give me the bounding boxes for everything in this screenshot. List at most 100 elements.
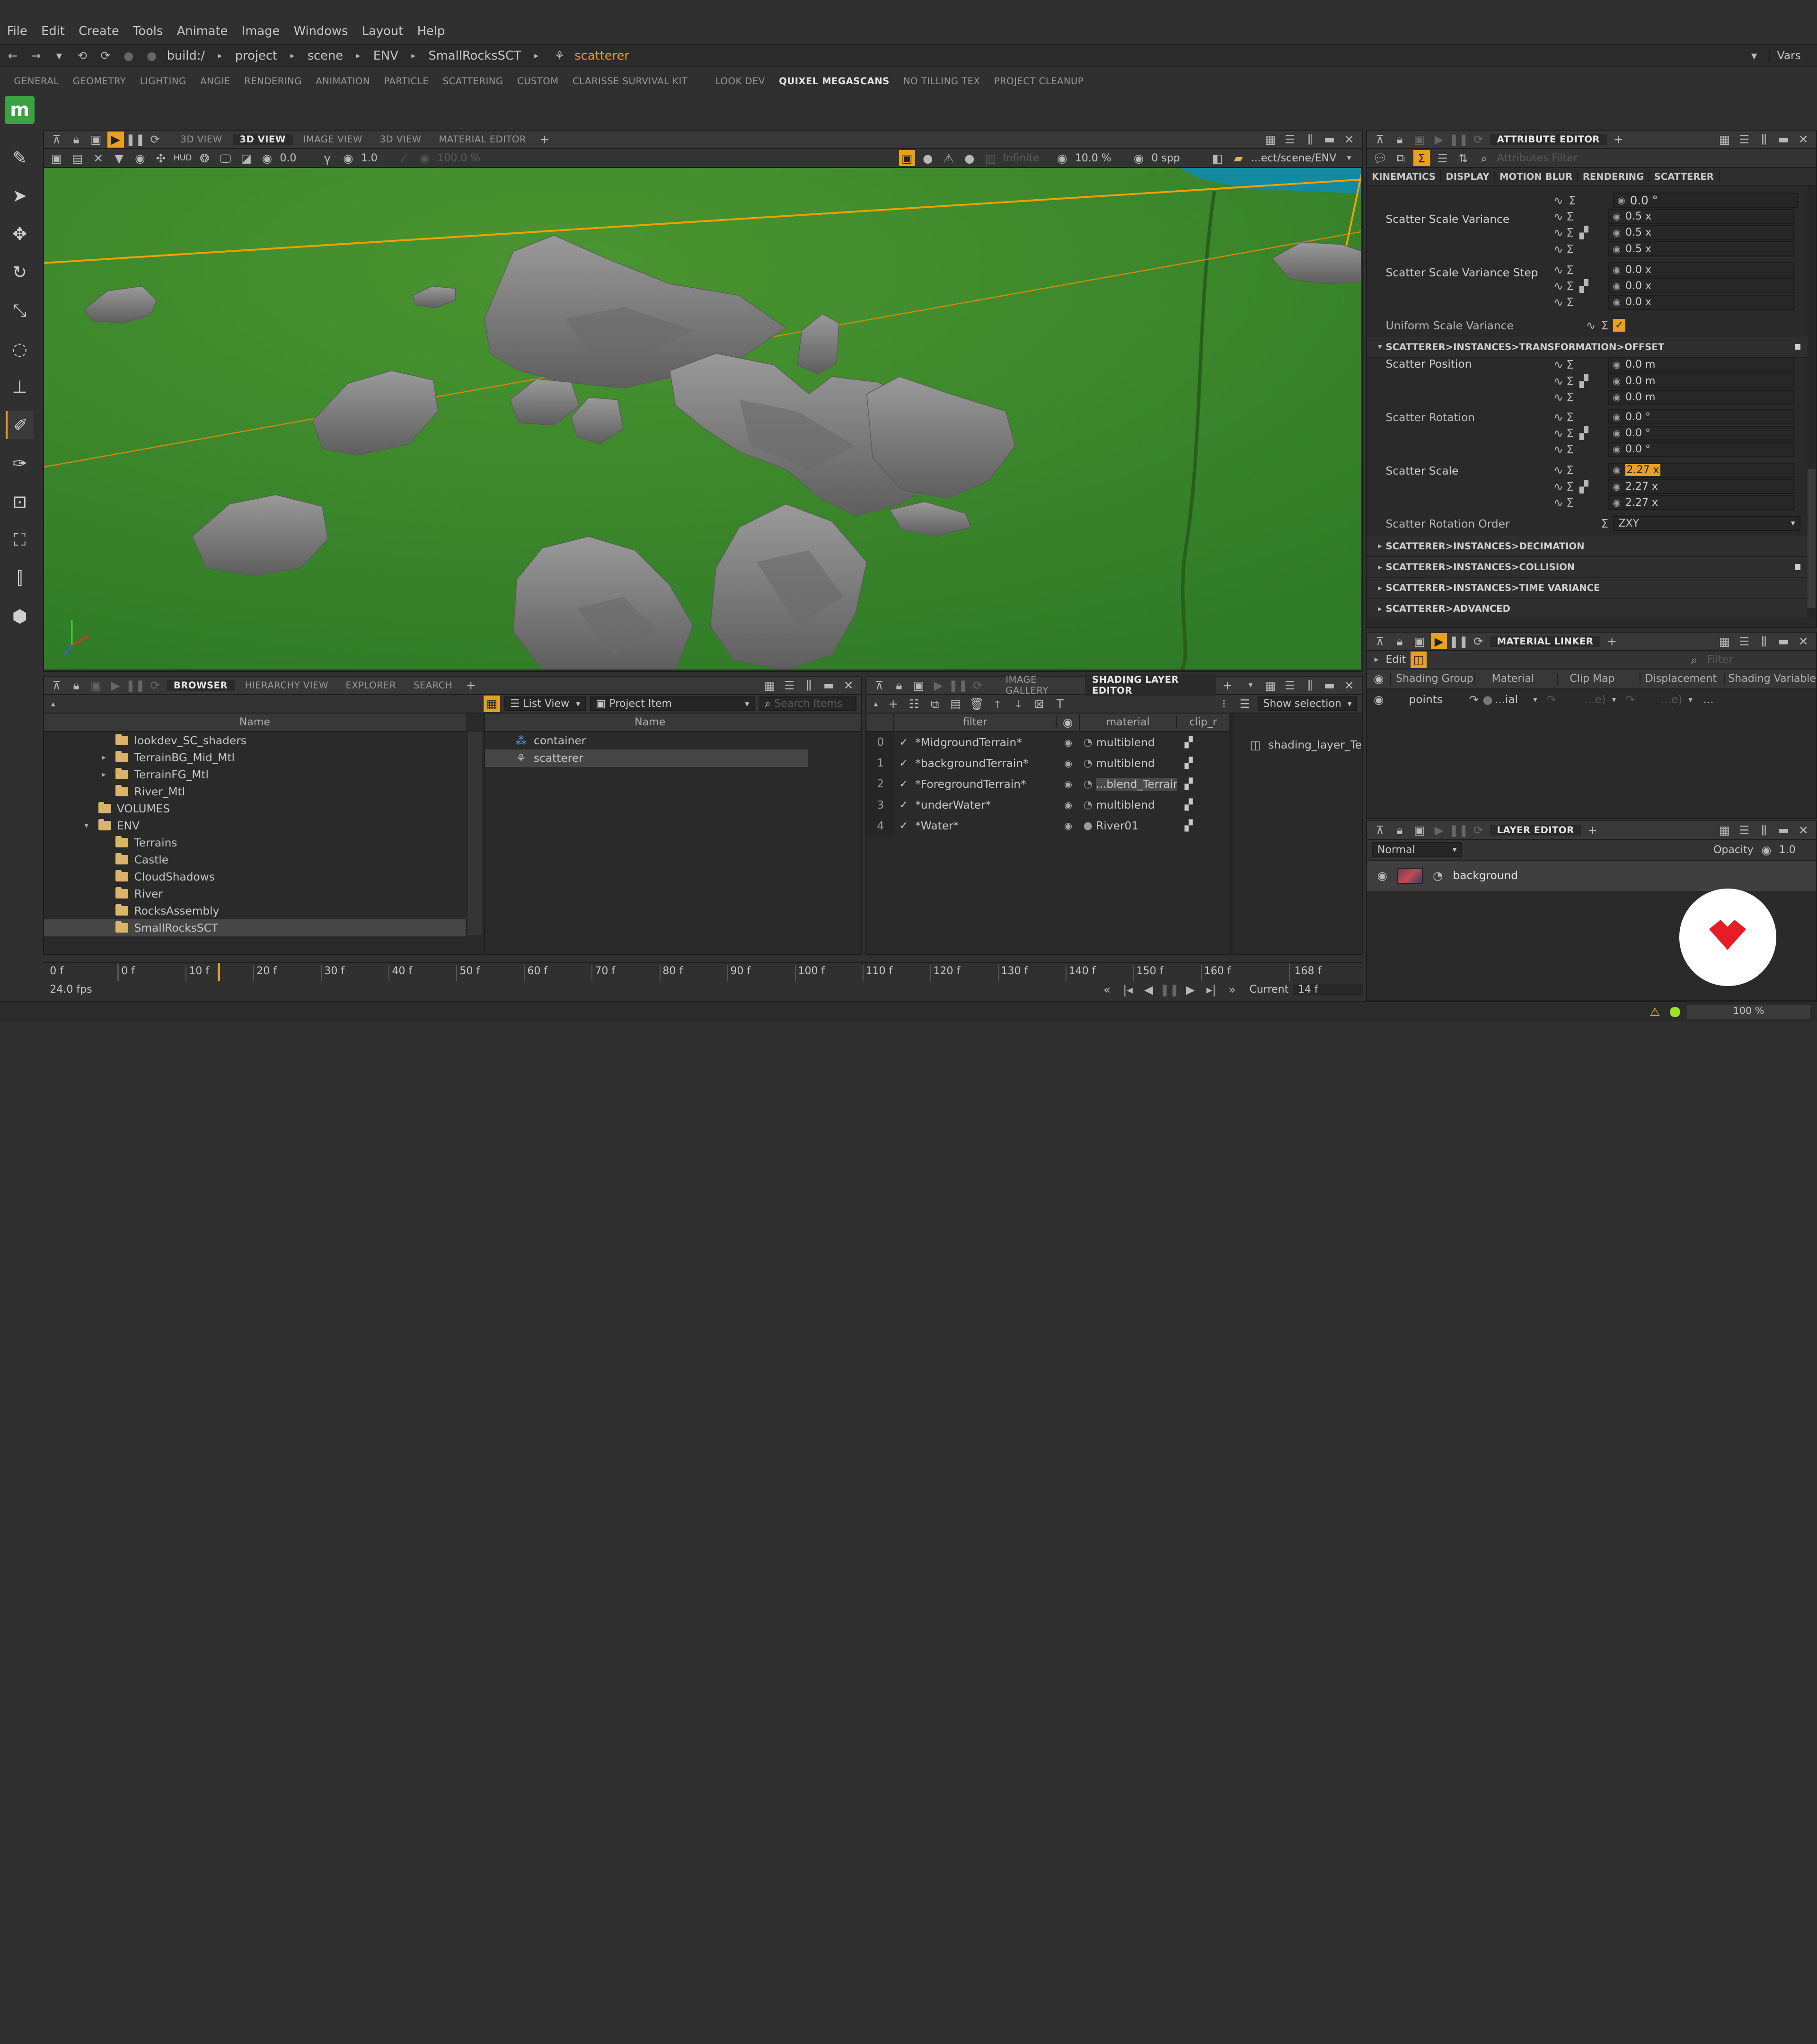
clip-link-icon[interactable]: ↷ [1544, 692, 1560, 708]
layout-cols-icon[interactable]: ⫼ [1756, 633, 1772, 649]
restart-icon[interactable]: ⟳ [1470, 633, 1486, 649]
lock-icon[interactable]: 🔒︎ [68, 132, 84, 148]
maximize-icon[interactable]: ▬ [820, 677, 837, 693]
render-region-icon[interactable]: ▣ [88, 677, 104, 693]
link-icon[interactable]: ▞ [1576, 373, 1592, 389]
col-shading-group[interactable]: Shading Group [1390, 673, 1474, 685]
sigma-icon[interactable]: Σ [1564, 241, 1576, 257]
forward-icon[interactable]: → [28, 47, 44, 63]
play-icon[interactable]: ▶ [930, 677, 946, 693]
shelf-tab-angie[interactable]: ANGIE [193, 76, 237, 87]
pause-icon[interactable]: ❚❚ [1449, 633, 1468, 649]
sigma-icon[interactable]: Σ [1564, 478, 1576, 494]
scale-variance-step-z[interactable]: ◉ 0.0 x [1608, 294, 1794, 310]
visibility-icon[interactable]: ◉ [1057, 758, 1080, 769]
restart-icon[interactable]: ⟳ [147, 677, 163, 693]
tab-image-gallery[interactable]: IMAGE GALLERY [999, 674, 1082, 696]
viewport-tab-3dview-1[interactable]: 3D VIEW [174, 134, 229, 145]
material-linker-row[interactable]: ◉ points ↷ ● ...ial ▾ ↷ ...e) ▾ ↷ ...e) … [1367, 689, 1816, 710]
curve-icon[interactable]: ∿ [1552, 225, 1564, 241]
sigma-icon[interactable]: Σ [1564, 462, 1576, 478]
material-linker-tab[interactable]: MATERIAL LINKER [1490, 635, 1601, 647]
search-items-input[interactable]: ⌕ Search Items [759, 696, 857, 712]
render-icon[interactable]: ▤ [69, 150, 85, 166]
dropdown-arrow-icon[interactable]: ▾ [1527, 692, 1543, 708]
tab-browser[interactable]: BROWSER [167, 679, 235, 691]
add-rule-icon[interactable]: + [885, 696, 901, 712]
blend-mode-select[interactable]: Normal ▾ [1372, 842, 1463, 858]
curve-icon[interactable]: ∿ [1552, 425, 1564, 441]
timeline-start[interactable]: 0 f [50, 965, 63, 977]
sigma-icon[interactable]: Σ [1564, 262, 1576, 278]
duplicate-icon[interactable]: ⧉ [927, 696, 943, 712]
exposure-icon[interactable]: ◪ [238, 150, 254, 166]
sigma-icon[interactable]: Σ [1564, 409, 1576, 425]
layout-rows-icon[interactable]: ☰ [1736, 633, 1752, 649]
tree-item[interactable]: RocksAssembly [44, 902, 466, 919]
view-options-icon[interactable]: ▦ [484, 696, 500, 712]
opacity-value[interactable]: 100.0 % [437, 152, 484, 164]
tree-item[interactable]: ▸ TerrainBG_Mid_Mtl [44, 749, 466, 766]
attributes-filter-input[interactable]: Attributes Filter [1497, 152, 1812, 164]
viewport-tab-3dview-2[interactable]: 3D VIEW [232, 134, 293, 145]
path-segment-scene[interactable]: scene [308, 49, 343, 63]
uniform-scale-checkbox[interactable]: ✓ [1613, 319, 1626, 332]
sigma-icon[interactable]: Σ [1564, 441, 1576, 458]
layer-name[interactable]: background [1453, 869, 1518, 882]
layout-grid-icon[interactable]: ▦ [1262, 132, 1278, 148]
play-forward-icon[interactable]: ▶ [1182, 981, 1199, 997]
render-region-icon[interactable]: ▣ [1411, 822, 1427, 838]
play-icon[interactable]: ▶ [107, 131, 124, 148]
layout-cols-icon[interactable]: ⫼ [1756, 132, 1772, 148]
gamma-icon[interactable]: γ [319, 150, 335, 166]
shelf-tab-general[interactable]: GENERAL [7, 76, 66, 87]
edit-menu[interactable]: Edit [1386, 654, 1406, 666]
lock-icon[interactable]: ● [121, 47, 137, 63]
curve-icon[interactable]: ∿ [1552, 262, 1564, 278]
rotation-z[interactable]: ◉ 0.0 ° [1608, 441, 1794, 457]
view-mode-select[interactable]: ☰ List View ▾ [504, 696, 586, 712]
visibility-icon[interactable]: ◉ [1374, 868, 1390, 884]
curve-icon[interactable]: ∿ [1552, 494, 1564, 511]
shelf-tab-animation[interactable]: ANIMATION [309, 76, 377, 87]
timeline-track[interactable]: 0 f 10 f 20 f 30 f 40 f 50 f 60 f 70 f 80 f 90 f 1… [117, 962, 1290, 981]
move-down-icon[interactable]: ⤓ [1010, 696, 1026, 712]
viewport-tab-3dview-3[interactable]: 3D VIEW [373, 134, 428, 145]
menu-image[interactable]: Image [242, 24, 280, 38]
layout-cols-icon[interactable]: ⫼ [1756, 822, 1772, 838]
restart-icon[interactable]: ⟳ [970, 677, 986, 693]
measure-icon[interactable]: ⫿ [6, 564, 34, 592]
path-current-item[interactable]: scatterer [574, 49, 629, 63]
col-clip[interactable]: clip_r [1177, 716, 1229, 728]
light-icon[interactable]: ● [961, 150, 978, 166]
tree-item[interactable]: Castle [44, 851, 466, 868]
zoom-region-icon[interactable]: ⊡ [6, 488, 34, 516]
erase-brush-icon[interactable]: ✑ [6, 449, 34, 477]
lod-value[interactable]: Infinite [1003, 152, 1050, 164]
pause-icon[interactable]: ❚❚ [1449, 132, 1468, 148]
menu-layout[interactable]: Layout [362, 24, 403, 38]
shelf-tab-rendering[interactable]: RENDERING [238, 76, 309, 87]
layout-grid-icon[interactable]: ▦ [1262, 677, 1278, 693]
row-filter[interactable]: *Water* [913, 819, 1057, 832]
list-item[interactable]: ⁂ container [485, 732, 861, 749]
render-region-icon[interactable]: ▣ [1411, 633, 1427, 649]
clear-icon[interactable]: ⊠ [1031, 696, 1047, 712]
col-material[interactable]: Material [1474, 673, 1557, 685]
history-dropdown-icon[interactable]: ▾ [51, 47, 67, 63]
dropdown-arrow-icon[interactable]: ▾ [1682, 692, 1698, 708]
add-tab-icon[interactable]: + [1585, 822, 1601, 838]
tree-name-header[interactable]: Name [239, 716, 270, 728]
menu-help[interactable]: Help [417, 24, 445, 38]
tab-search[interactable]: SEARCH [406, 680, 459, 691]
curve-icon[interactable]: ∿ [1552, 478, 1564, 494]
pin-icon[interactable]: ⊼ [1372, 132, 1388, 148]
time-variance-section[interactable]: ▸ SCATTERER>INSTANCES>TIME VARIANCE [1367, 578, 1808, 599]
text-icon[interactable]: T [1052, 696, 1068, 712]
display-mode-icon[interactable]: ❂ [196, 150, 212, 166]
scale-y[interactable]: ◉ 2.27 x [1608, 479, 1794, 494]
clip-icon[interactable]: ▞ [1177, 778, 1200, 790]
curve-icon[interactable]: ∿ [1585, 317, 1596, 334]
frame-icon[interactable]: ⛶ [6, 526, 34, 554]
pause-icon[interactable]: ❚❚ [1160, 981, 1179, 997]
